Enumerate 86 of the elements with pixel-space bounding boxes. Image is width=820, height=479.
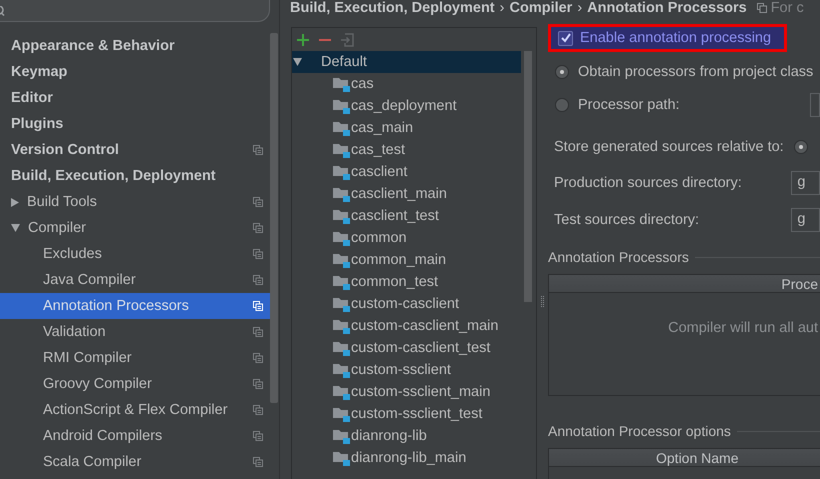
module-folder-icon — [333, 98, 350, 114]
processor-path-field[interactable] — [810, 93, 820, 117]
breadcrumb-separator: › — [500, 0, 504, 16]
sidebar-item[interactable]: ActionScript & Flex Compiler — [43, 402, 228, 418]
selected-sidebar-item[interactable]: Annotation Processors — [0, 293, 270, 319]
sidebar-item[interactable]: Build, Execution, Deployment — [11, 168, 216, 184]
radio-label: Obtain processors from project class — [578, 64, 814, 80]
module-folder-icon — [333, 428, 350, 444]
tree-node[interactable]: Default — [292, 51, 521, 73]
module-folder-icon — [333, 296, 350, 312]
field-label: Production sources directory: — [554, 175, 743, 191]
module-folder-icon — [333, 274, 350, 290]
breadcrumb-item: Annotation Processors — [587, 0, 747, 16]
module-item[interactable]: custom-ssclient_main — [292, 381, 536, 403]
module-item[interactable]: custom-ssclient — [292, 359, 536, 381]
scrollbar[interactable] — [270, 33, 278, 403]
module-item[interactable]: casclient — [292, 161, 536, 183]
module-folder-icon — [333, 208, 350, 224]
sidebar-item[interactable]: Excludes — [43, 246, 102, 262]
section-title: Annotation Processor options — [548, 423, 731, 439]
module-item[interactable]: common_main — [292, 249, 536, 271]
module-item[interactable]: dianrong-lib — [292, 425, 536, 447]
checkbox[interactable] — [558, 30, 573, 46]
module-folder-icon — [333, 164, 350, 180]
expanded-arrow-icon[interactable] — [11, 224, 20, 232]
add-icon[interactable] — [297, 34, 309, 46]
module-item[interactable]: custom-casclient_test — [292, 337, 536, 359]
module-folder-icon — [333, 406, 350, 422]
module-item[interactable]: common_test — [292, 271, 536, 293]
sidebar-item[interactable]: Android Compilers — [43, 428, 162, 444]
field-label: Test sources directory: — [554, 212, 700, 228]
module-folder-icon — [333, 252, 350, 268]
module-folder-icon — [333, 340, 350, 356]
module-folder-icon — [333, 120, 350, 136]
sidebar-item[interactable]: Build Tools — [27, 194, 97, 210]
sidebar-item[interactable]: Groovy Compiler — [43, 376, 152, 392]
sidebar-item[interactable]: RMI Compiler — [43, 350, 132, 366]
column-header[interactable]: Proce — [781, 276, 818, 292]
radio-button[interactable] — [555, 98, 569, 112]
module-folder-icon — [333, 318, 350, 334]
radio-label: Processor path: — [578, 97, 680, 113]
sidebar-item[interactable]: Compiler — [28, 220, 86, 236]
sidebar-item[interactable]: Editor — [11, 90, 53, 106]
directory-field[interactable]: g — [791, 208, 820, 232]
expanded-arrow-icon[interactable] — [293, 58, 302, 66]
collapsed-arrow-icon[interactable] — [11, 198, 19, 206]
module-item[interactable]: cas_main — [292, 117, 536, 139]
module-folder-icon — [333, 142, 350, 158]
scrollbar[interactable] — [524, 51, 532, 302]
scope-note: For c — [770, 0, 804, 16]
module-folder-icon — [333, 230, 350, 246]
project-scope-icon — [756, 3, 767, 13]
sidebar-item[interactable]: Java Compiler — [43, 272, 136, 288]
module-item[interactable]: casclient_main — [292, 183, 536, 205]
breadcrumb-item: Build, Execution, Deployment — [290, 0, 495, 16]
enable-processing-checkbox[interactable]: Enable annotation processing — [548, 24, 787, 52]
module-item[interactable]: custom-casclient — [292, 293, 536, 315]
sidebar-item[interactable]: Appearance & Behavior — [11, 38, 175, 54]
breadcrumb-item: Compiler — [509, 0, 572, 16]
module-item[interactable]: custom-casclient_main — [292, 315, 536, 337]
sidebar-item[interactable]: Validation — [43, 324, 106, 340]
module-item[interactable]: casclient_test — [292, 205, 536, 227]
module-folder-icon — [333, 450, 350, 466]
module-item[interactable]: custom-ssclient_test — [292, 403, 536, 425]
module-folder-icon — [333, 186, 350, 202]
search-icon — [0, 6, 5, 16]
module-item[interactable]: common — [292, 227, 536, 249]
directory-field[interactable]: g — [791, 171, 820, 195]
module-folder-icon — [333, 76, 350, 92]
module-item[interactable]: dianrong-lib_main — [292, 447, 536, 469]
sidebar-item[interactable]: Scala Compiler — [43, 454, 142, 470]
sidebar-item[interactable]: Version Control — [11, 142, 119, 158]
radio-button[interactable] — [794, 140, 808, 154]
sidebar-item[interactable]: Keymap — [11, 64, 68, 80]
module-folder-icon — [333, 362, 350, 378]
search-field[interactable] — [0, 0, 270, 22]
empty-table-message: Compiler will run all aut — [668, 320, 818, 336]
module-item[interactable]: cas_test — [292, 139, 536, 161]
field-label: Store generated sources relative to: — [554, 139, 784, 155]
sidebar-item[interactable]: Plugins — [11, 116, 64, 132]
radio-button[interactable] — [555, 65, 569, 79]
breadcrumb-separator: › — [577, 0, 582, 16]
module-item[interactable]: cas — [292, 73, 536, 95]
module-folder-icon — [333, 384, 350, 400]
section-title: Annotation Processors — [548, 249, 689, 265]
module-item[interactable]: cas_deployment — [292, 95, 536, 117]
